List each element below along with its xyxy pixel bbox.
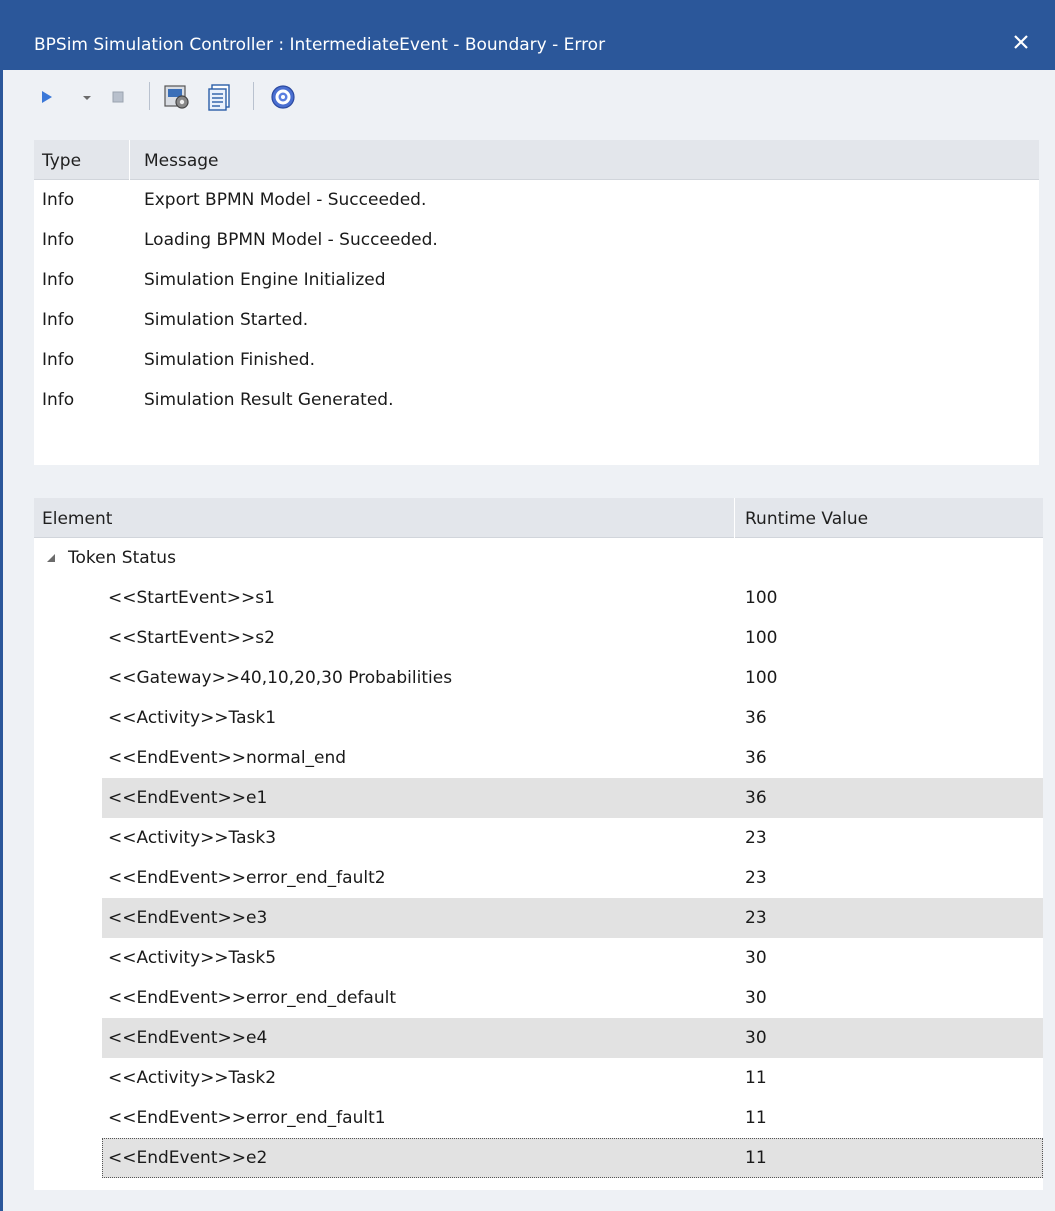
message-row[interactable]: Info Simulation Engine Initialized [34,260,1039,300]
result-row[interactable]: <<EndEvent>>error_end_default 30 [34,978,1043,1018]
column-header-runtime-value[interactable]: Runtime Value [745,509,868,529]
message-row[interactable]: Info Simulation Finished. [34,340,1039,380]
element-name: <<EndEvent>>e1 [108,788,268,808]
result-row[interactable]: <<Activity>>Task3 23 [34,818,1043,858]
tree-group-token-status[interactable]: Token Status [34,538,1043,578]
toolbar-separator [253,82,254,110]
column-header-element[interactable]: Element [42,509,112,529]
results-panel: Element Runtime Value Token Status <<Sta… [34,498,1043,1190]
play-icon[interactable] [39,82,55,112]
runtime-value: 36 [745,788,767,808]
tree-group-label: Token Status [68,548,176,568]
element-name: <<Activity>>Task1 [108,708,277,728]
column-header-message[interactable]: Message [144,151,219,171]
message-text: Export BPMN Model - Succeeded. [144,190,427,210]
expand-triangle-icon[interactable] [46,553,56,563]
help-icon[interactable] [269,82,297,112]
element-name: <<EndEvent>>e2 [108,1148,268,1168]
message-row[interactable]: Info Simulation Started. [34,300,1039,340]
message-text: Loading BPMN Model - Succeeded. [144,230,438,250]
element-name: <<EndEvent>>e4 [108,1028,268,1048]
message-type: Info [42,270,75,290]
message-type: Info [42,390,75,410]
message-type: Info [42,230,75,250]
runtime-value: 23 [745,828,767,848]
result-row[interactable]: <<EndEvent>>e1 36 [34,778,1043,818]
message-row[interactable]: Info Simulation Result Generated. [34,380,1039,420]
message-text: Simulation Started. [144,310,309,330]
message-text: Simulation Result Generated. [144,390,394,410]
message-log-panel: Type Message Info Export BPMN Model - Suc… [34,140,1039,465]
close-icon[interactable] [1009,30,1033,54]
runtime-value: 30 [745,988,767,1008]
message-row[interactable]: Info Export BPMN Model - Succeeded. [34,180,1039,220]
message-type: Info [42,350,75,370]
runtime-value: 100 [745,668,778,688]
element-name: <<Activity>>Task3 [108,828,277,848]
result-row[interactable]: <<Activity>>Task2 11 [34,1058,1043,1098]
message-text: Simulation Finished. [144,350,316,370]
element-name: <<EndEvent>>e3 [108,908,268,928]
config-icon[interactable] [163,82,191,112]
runtime-value: 36 [745,748,767,768]
message-type: Info [42,190,75,210]
result-row[interactable]: <<EndEvent>>error_end_fault1 11 [34,1098,1043,1138]
element-name: <<StartEvent>>s1 [108,588,275,608]
runtime-value: 11 [745,1068,767,1088]
result-row[interactable]: <<EndEvent>>e2 11 [34,1138,1043,1178]
column-header-type[interactable]: Type [42,151,81,171]
result-row[interactable]: <<Activity>>Task1 36 [34,698,1043,738]
simulation-controller-window: BPSim Simulation Controller : Intermedia… [0,0,1055,1211]
results-header: Element Runtime Value [34,498,1043,538]
title-bar[interactable]: BPSim Simulation Controller : Intermedia… [0,0,1055,70]
column-divider[interactable] [129,140,130,180]
toolbar-separator [149,82,150,110]
result-row[interactable]: <<StartEvent>>s2 100 [34,618,1043,658]
element-name: <<Activity>>Task5 [108,948,277,968]
result-row[interactable]: <<Gateway>>40,10,20,30 Probabilities 100 [34,658,1043,698]
result-row[interactable]: <<EndEvent>>error_end_fault2 23 [34,858,1043,898]
column-divider[interactable] [734,498,735,538]
result-row[interactable]: <<StartEvent>>s1 100 [34,578,1043,618]
runtime-value: 23 [745,868,767,888]
report-icon[interactable] [206,82,234,112]
message-type: Info [42,310,75,330]
result-row[interactable]: <<EndEvent>>e3 23 [34,898,1043,938]
element-name: <<EndEvent>>error_end_default [108,988,396,1008]
runtime-value: 100 [745,588,778,608]
result-row[interactable]: <<EndEvent>>e4 30 [34,1018,1043,1058]
element-name: <<EndEvent>>normal_end [108,748,347,768]
element-name: <<EndEvent>>error_end_fault2 [108,868,386,888]
stop-icon[interactable] [110,82,126,112]
runtime-value: 30 [745,948,767,968]
message-row[interactable]: Info Loading BPMN Model - Succeeded. [34,220,1039,260]
element-name: <<Gateway>>40,10,20,30 Probabilities [108,668,453,688]
result-row[interactable]: <<EndEvent>>normal_end 36 [34,738,1043,778]
window-border [0,0,3,1211]
runtime-value: 36 [745,708,767,728]
runtime-value: 30 [745,1028,767,1048]
runtime-value: 100 [745,628,778,648]
runtime-value: 23 [745,908,767,928]
message-log-header: Type Message [34,140,1039,180]
chevron-down-icon[interactable] [81,82,93,112]
window-title: BPSim Simulation Controller : Intermedia… [34,35,606,55]
element-name: <<EndEvent>>error_end_fault1 [108,1108,386,1128]
element-name: <<StartEvent>>s2 [108,628,275,648]
toolbar [3,70,1055,122]
message-text: Simulation Engine Initialized [144,270,386,290]
element-name: <<Activity>>Task2 [108,1068,277,1088]
runtime-value: 11 [745,1108,767,1128]
runtime-value: 11 [745,1148,767,1168]
result-row[interactable]: <<Activity>>Task5 30 [34,938,1043,978]
